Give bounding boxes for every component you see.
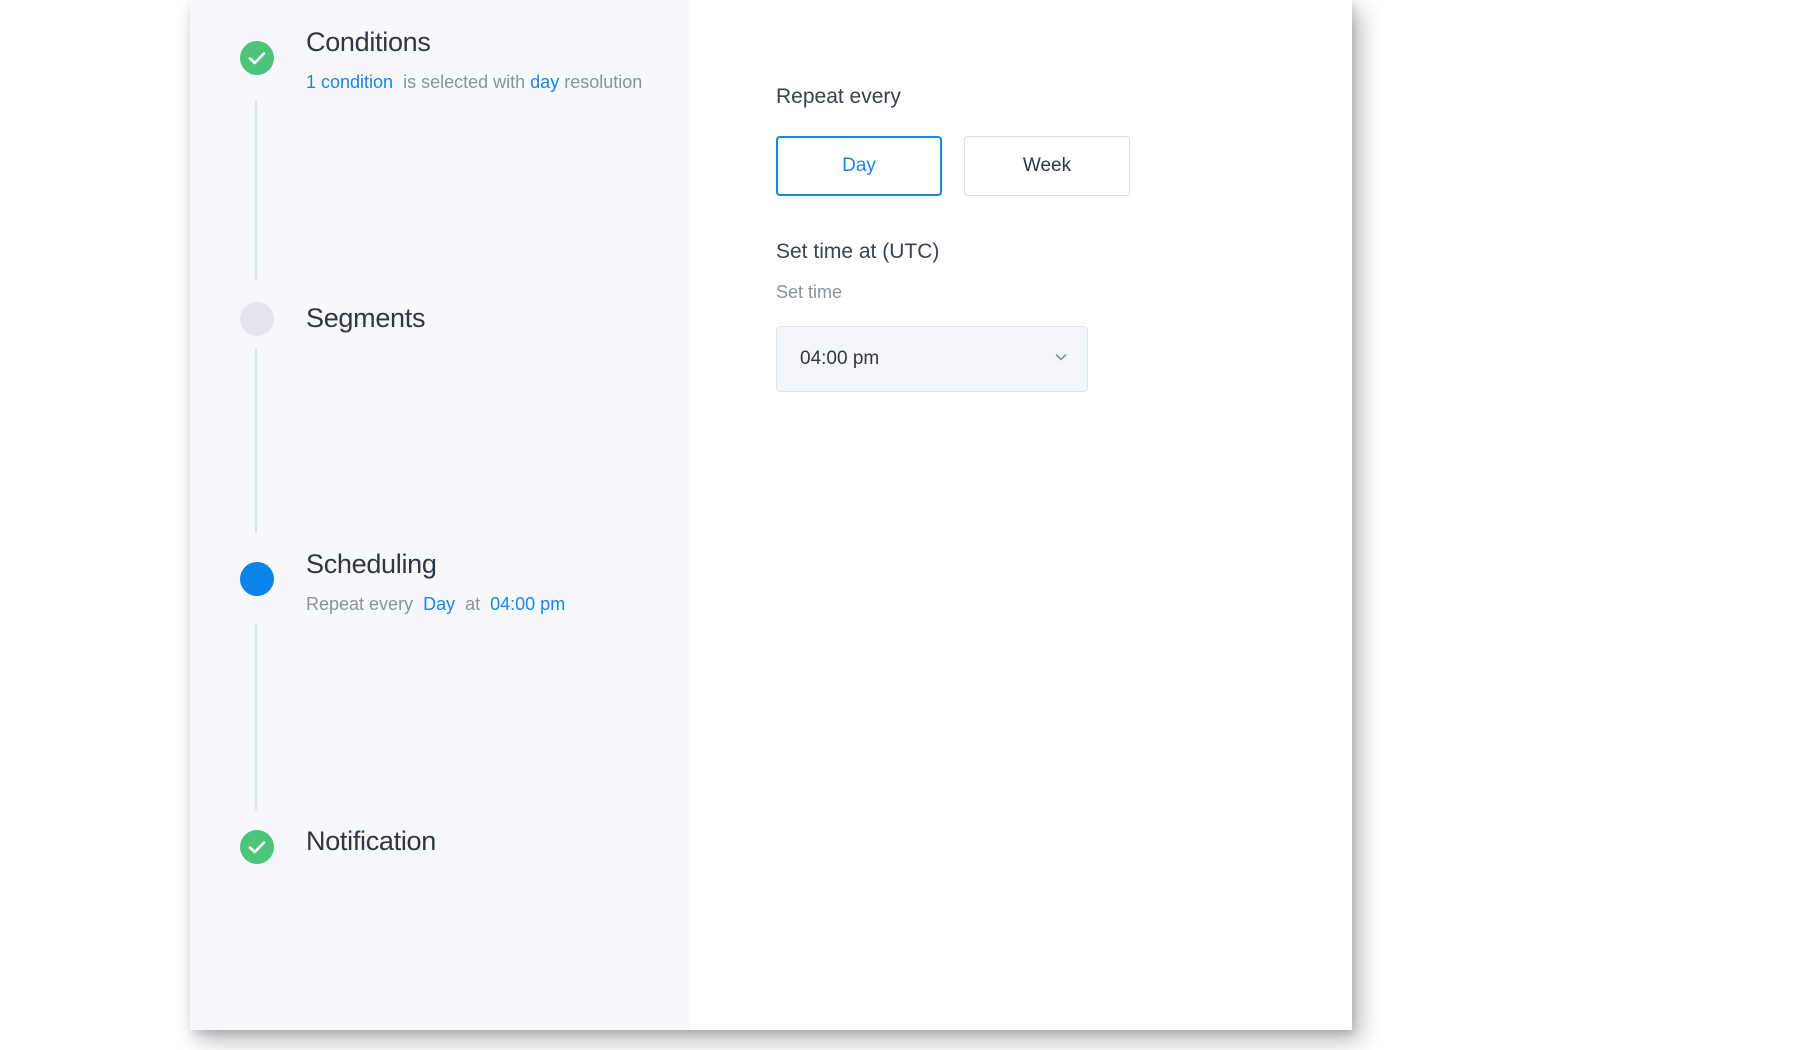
stepper-panel: Conditions 1 condition is selected with … xyxy=(190,0,690,1030)
step-conditions-check-icon xyxy=(240,41,274,75)
step-connector xyxy=(255,624,257,810)
step-connector xyxy=(255,101,257,280)
check-icon xyxy=(248,52,266,65)
repeat-week-button[interactable]: Week xyxy=(964,136,1130,196)
conditions-text: is selected with xyxy=(403,72,526,92)
step-connector xyxy=(255,348,257,533)
time-select[interactable]: 04:00 pm xyxy=(776,326,1088,392)
repeat-every-label: Repeat every xyxy=(776,85,901,108)
schedule-summary-at: at xyxy=(465,594,481,614)
step-title-notification[interactable]: Notification xyxy=(306,826,436,857)
resolution-value: day xyxy=(530,72,560,92)
step-segments-dot-icon xyxy=(240,302,274,336)
set-time-label: Set time at (UTC) xyxy=(776,240,940,263)
chevron-down-icon xyxy=(1055,354,1067,361)
step-notification-check-icon xyxy=(240,830,274,864)
step-title-conditions[interactable]: Conditions xyxy=(306,27,431,58)
step-scheduling-active-icon xyxy=(240,562,274,596)
set-time-sublabel: Set time xyxy=(776,282,843,302)
step-subtitle-conditions: 1 condition is selected with day resolut… xyxy=(306,72,642,93)
schedule-summary-interval: Day xyxy=(423,594,456,614)
schedule-summary-time: 04:00 pm xyxy=(490,594,566,614)
step-title-scheduling[interactable]: Scheduling xyxy=(306,549,437,580)
time-select-value: 04:00 pm xyxy=(800,348,880,369)
check-icon xyxy=(248,841,266,854)
scheduling-form: Repeat every Day Week Set time at (UTC) … xyxy=(690,0,1352,1030)
resolution-text: resolution xyxy=(564,72,643,92)
repeat-day-button[interactable]: Day xyxy=(776,136,942,196)
scheduling-card: Conditions 1 condition is selected with … xyxy=(190,0,1352,1030)
schedule-summary-text: Repeat every xyxy=(306,594,414,614)
step-subtitle-scheduling: Repeat every Day at 04:00 pm xyxy=(306,594,565,615)
step-title-segments[interactable]: Segments xyxy=(306,303,425,334)
conditions-link[interactable]: 1 condition xyxy=(306,72,393,92)
